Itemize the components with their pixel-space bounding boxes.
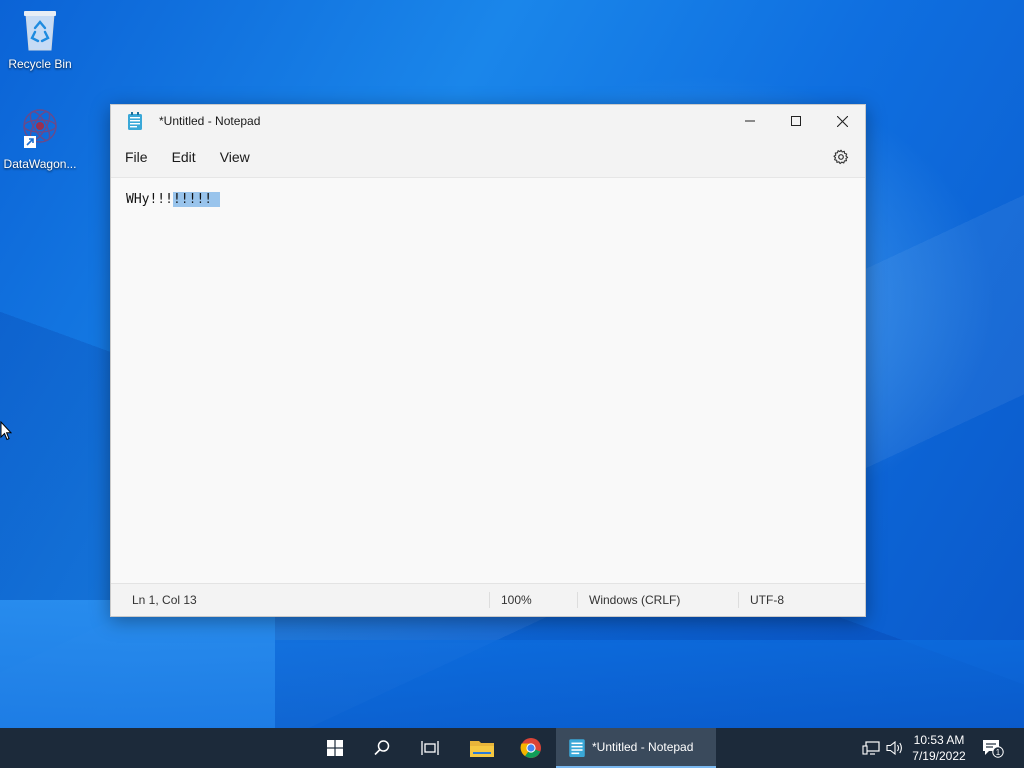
task-view-icon xyxy=(421,741,439,755)
clock[interactable]: 10:53 AM 7/19/2022 xyxy=(904,732,974,764)
chrome-icon xyxy=(520,738,541,758)
desktop-icon-label: DataWagon... xyxy=(3,157,77,171)
minimize-icon xyxy=(745,120,755,122)
datawagon-icon xyxy=(23,109,57,148)
gear-icon xyxy=(833,149,849,165)
text-editor[interactable]: WHy!!!!!!!! xyxy=(111,178,865,584)
notification-count: 1 xyxy=(996,748,1001,757)
taskbar-app-label: *Untitled - Notepad xyxy=(592,740,694,754)
file-explorer-button[interactable] xyxy=(460,728,504,768)
selected-text: !!!!! xyxy=(172,192,221,207)
taskbar: *Untitled - Notepad 10:53 AM 7/19/2022 1 xyxy=(0,728,1024,768)
recycle-bin-icon xyxy=(24,11,56,51)
settings-button[interactable] xyxy=(829,145,853,169)
status-cursor-position: Ln 1, Col 13 xyxy=(132,593,197,607)
network-icon xyxy=(862,741,880,755)
menu-view[interactable]: View xyxy=(208,137,262,177)
editor-text: WHy!!! xyxy=(126,192,173,207)
search-icon xyxy=(374,740,390,756)
desktop-icon-recycle-bin[interactable]: Recycle Bin xyxy=(0,8,80,71)
close-button[interactable] xyxy=(819,105,865,137)
menu-file[interactable]: File xyxy=(113,137,160,177)
volume-button[interactable] xyxy=(884,728,906,768)
wallpaper-shape xyxy=(275,640,1024,728)
notification-icon: 1 xyxy=(983,740,1004,758)
status-zoom: 100% xyxy=(489,592,532,608)
menu-bar: File Edit View xyxy=(111,137,865,178)
folder-icon xyxy=(470,741,494,757)
title-bar[interactable]: *Untitled - Notepad xyxy=(111,105,865,137)
task-view-button[interactable] xyxy=(408,728,452,768)
mouse-cursor-icon xyxy=(0,421,12,441)
maximize-icon xyxy=(791,116,801,126)
desktop-icon-label: Recycle Bin xyxy=(8,57,72,71)
wallpaper-shape xyxy=(0,600,275,728)
close-icon xyxy=(836,115,848,127)
desktop-icon-datawagon[interactable]: DataWagon... xyxy=(0,104,80,171)
volume-icon xyxy=(886,740,902,756)
windows-start-icon xyxy=(327,740,343,756)
clock-date: 7/19/2022 xyxy=(912,749,966,763)
start-button[interactable] xyxy=(313,728,357,768)
status-encoding: UTF-8 xyxy=(738,592,784,608)
chrome-button[interactable] xyxy=(509,728,553,768)
notepad-window: *Untitled - Notepad File Edit View WHy!!… xyxy=(110,104,866,617)
clock-time: 10:53 AM xyxy=(913,733,965,747)
taskbar-notepad-button[interactable]: *Untitled - Notepad xyxy=(556,728,716,768)
maximize-button[interactable] xyxy=(773,105,819,137)
status-bar: Ln 1, Col 13 100% Windows (CRLF) UTF-8 xyxy=(111,583,865,616)
menu-edit[interactable]: Edit xyxy=(160,137,208,177)
notepad-icon xyxy=(128,112,142,130)
notification-center-button[interactable]: 1 xyxy=(980,728,1006,768)
notepad-icon xyxy=(569,739,585,757)
minimize-button[interactable] xyxy=(727,105,773,137)
network-button[interactable] xyxy=(860,728,882,768)
search-button[interactable] xyxy=(360,728,404,768)
status-line-ending: Windows (CRLF) xyxy=(577,592,680,608)
window-title: *Untitled - Notepad xyxy=(159,114,261,128)
